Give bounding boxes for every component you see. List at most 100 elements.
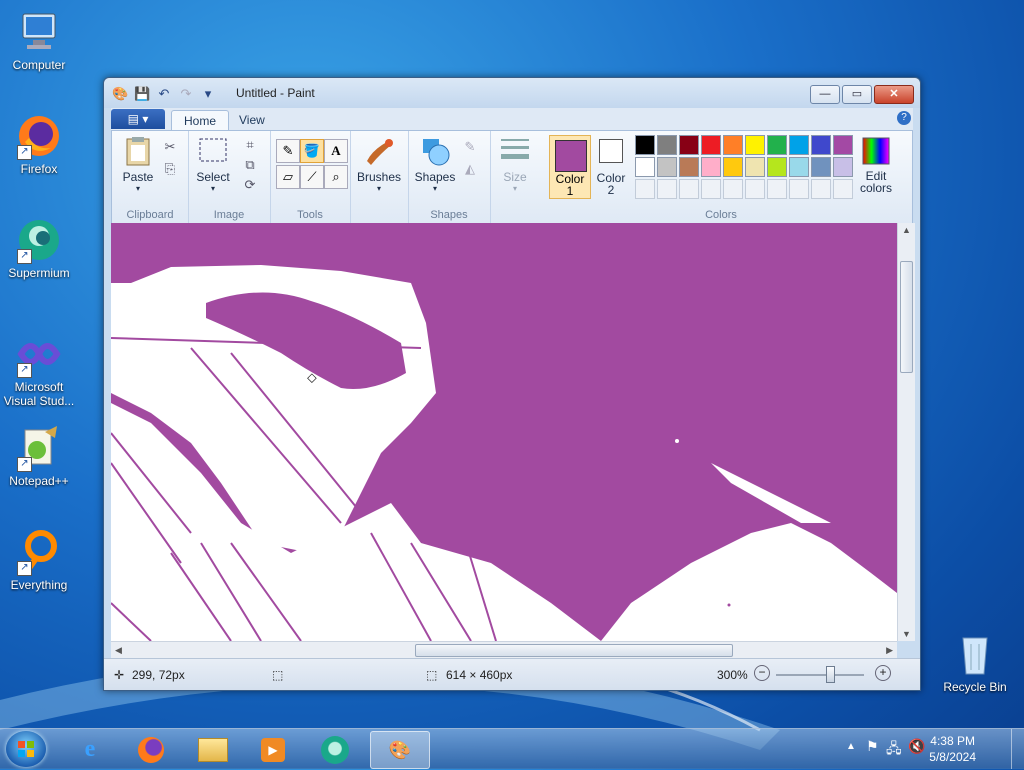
desktop-icon-recycle-bin[interactable]: Recycle Bin [938, 630, 1012, 694]
zoom-slider-thumb[interactable] [826, 666, 835, 683]
color-picker-icon[interactable]: ⟋ [300, 165, 324, 189]
color-swatch[interactable] [811, 135, 831, 155]
volume-muted-icon[interactable]: 🔇 [908, 738, 925, 755]
custom-color-slot[interactable] [789, 179, 809, 199]
clock[interactable]: 4:38 PM 5/8/2024 [929, 733, 976, 765]
magnifier-icon[interactable]: ⌕ [324, 165, 348, 189]
color-swatch[interactable] [811, 157, 831, 177]
scroll-right-icon[interactable]: ▶ [886, 645, 893, 656]
color-swatch[interactable] [635, 157, 655, 177]
tab-view[interactable]: View [227, 110, 277, 130]
canvas-area[interactable]: ⬦ [111, 223, 897, 641]
color-swatch[interactable] [745, 135, 765, 155]
maximize-button[interactable]: ▭ [842, 85, 872, 104]
drawing-canvas[interactable] [111, 223, 897, 641]
help-icon[interactable]: ? [897, 111, 911, 125]
desktop-icon-firefox[interactable]: ↗ Firefox [2, 112, 76, 176]
color-swatch[interactable] [723, 135, 743, 155]
desktop-icon-everything[interactable]: ↗ Everything [2, 528, 76, 592]
scroll-left-icon[interactable]: ◀ [115, 645, 122, 656]
color-swatch[interactable] [789, 135, 809, 155]
color-swatch[interactable] [745, 157, 765, 177]
text-icon[interactable]: A [324, 139, 348, 163]
horizontal-scroll-thumb[interactable] [415, 644, 733, 657]
scroll-up-icon[interactable]: ▲ [902, 225, 911, 235]
color-swatch[interactable] [679, 135, 699, 155]
zoom-slider-track[interactable] [776, 674, 864, 676]
color-swatch[interactable] [789, 157, 809, 177]
scroll-down-icon[interactable]: ▼ [902, 629, 911, 639]
paint-app-icon[interactable]: 🎨 [112, 86, 128, 102]
file-menu-button[interactable]: ▤ ▾ [111, 109, 165, 129]
custom-color-slot[interactable] [701, 179, 721, 199]
color-swatch[interactable] [833, 157, 853, 177]
save-icon[interactable]: 💾 [134, 86, 150, 102]
color-swatch[interactable] [767, 157, 787, 177]
action-center-flag-icon[interactable]: ⚑ [866, 738, 879, 755]
crop-icon[interactable]: ⌗ [240, 135, 260, 155]
custom-color-slot[interactable] [635, 179, 655, 199]
minimize-button[interactable]: — [810, 85, 840, 104]
brushes-button[interactable]: Brushes ▾ [356, 135, 402, 193]
color-swatch[interactable] [833, 135, 853, 155]
zoom-out-button[interactable]: − [754, 665, 770, 681]
taskbar-supermium[interactable] [308, 731, 362, 767]
fill-icon[interactable]: ◭ [460, 159, 480, 179]
tab-home[interactable]: Home [171, 110, 230, 131]
select-button[interactable]: Select ▾ [192, 135, 234, 193]
eraser-icon[interactable]: ▱ [276, 165, 300, 189]
outline-icon[interactable]: ✎ [460, 137, 480, 157]
custom-color-slot[interactable] [833, 179, 853, 199]
size-button[interactable]: Size ▾ [496, 135, 534, 193]
custom-color-slot[interactable] [811, 179, 831, 199]
custom-color-slot[interactable] [679, 179, 699, 199]
customize-qat-icon[interactable]: ▾ [200, 86, 216, 102]
start-button[interactable] [6, 731, 46, 767]
pencil-icon[interactable]: ✎ [276, 139, 300, 163]
shapes-button[interactable]: Shapes ▾ [412, 135, 458, 193]
windows-logo-icon [18, 741, 34, 757]
edit-colors-button[interactable]: Edit colors [856, 135, 896, 194]
color-swatch[interactable] [657, 135, 677, 155]
copy-icon[interactable]: ⎘ [160, 159, 180, 179]
taskbar-internet-explorer[interactable]: e [63, 731, 117, 767]
color2-button[interactable]: Color 2 [594, 135, 628, 197]
horizontal-scrollbar[interactable]: ◀ ▶ [111, 641, 897, 659]
taskbar-paint[interactable]: 🎨 [370, 731, 430, 769]
color-swatch[interactable] [679, 157, 699, 177]
color-swatch[interactable] [701, 157, 721, 177]
undo-icon[interactable]: ↶ [156, 86, 172, 102]
paste-button[interactable]: Paste ▾ [118, 135, 158, 193]
show-desktop-button[interactable] [1011, 729, 1024, 769]
custom-color-slot[interactable] [723, 179, 743, 199]
custom-color-slot[interactable] [745, 179, 765, 199]
desktop-icon-label: Supermium [8, 266, 70, 280]
vertical-scrollbar[interactable]: ▲ ▼ [897, 223, 915, 641]
title-bar[interactable]: 🎨 💾 ↶ ↷ ▾ Untitled - Paint — ▭ ✕ [104, 78, 920, 108]
color-swatch[interactable] [767, 135, 787, 155]
close-button[interactable]: ✕ [874, 85, 914, 104]
desktop-icon-notepadpp[interactable]: ↗ Notepad++ [2, 424, 76, 488]
redo-icon[interactable]: ↷ [178, 86, 194, 102]
taskbar-firefox[interactable] [124, 731, 178, 767]
desktop-icon-computer[interactable]: Computer [2, 8, 76, 72]
custom-color-slot[interactable] [767, 179, 787, 199]
custom-color-slot[interactable] [657, 179, 677, 199]
network-icon[interactable]: 🖧 [886, 738, 902, 762]
show-hidden-icons-icon[interactable]: ▲ [846, 741, 856, 752]
color1-button[interactable]: Color 1 [549, 135, 591, 199]
vertical-scroll-thumb[interactable] [900, 261, 913, 373]
color-swatch[interactable] [635, 135, 655, 155]
zoom-in-button[interactable]: + [875, 665, 891, 681]
fill-bucket-icon[interactable]: 🪣 [300, 139, 324, 163]
taskbar-media-player[interactable]: ▶ [246, 731, 300, 767]
cut-icon[interactable]: ✂ [160, 137, 180, 157]
resize-icon[interactable]: ⧉ [240, 155, 260, 175]
taskbar-explorer[interactable] [186, 731, 240, 767]
color-swatch[interactable] [701, 135, 721, 155]
desktop-icon-visual-studio[interactable]: ↗ Microsoft Visual Stud... [2, 330, 76, 408]
rotate-icon[interactable]: ⟳ [240, 175, 260, 195]
color-swatch[interactable] [657, 157, 677, 177]
color-swatch[interactable] [723, 157, 743, 177]
desktop-icon-supermium[interactable]: ↗ Supermium [2, 216, 76, 280]
